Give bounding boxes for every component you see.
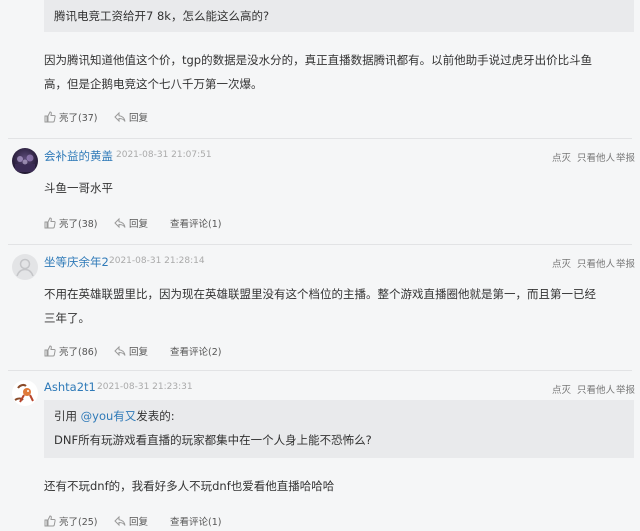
comment-body-line: 还有不玩dnf的，我看好多人不玩dnf也爱看他直播哈哈哈 (44, 479, 335, 493)
reply-label: 回复 (129, 517, 149, 528)
reply-button[interactable]: 回复 (114, 344, 148, 358)
reply-button[interactable]: 回复 (114, 110, 148, 124)
username[interactable]: Ashta2t1 (44, 380, 96, 394)
username[interactable]: 会补益的黄盖 (44, 148, 113, 164)
comment-body-line: 三年了。 (44, 311, 90, 325)
view-comments-label: 查看评论(2) (170, 347, 222, 358)
report-link[interactable]: 举报 (616, 256, 635, 270)
view-comments-button[interactable]: 查看评论(1) (170, 216, 221, 230)
view-comments-button[interactable]: 查看评论(1) (170, 514, 221, 528)
dislike-link[interactable]: 点灭 (552, 382, 571, 396)
comment-body-line: 高，但是企鹅电竞这个七八千万第一次爆。 (44, 77, 263, 91)
quote-prefix: 引用 (54, 409, 81, 423)
comment-body-line: 因为腾讯知道他值这个价，tgp的数据是没水分的，真正直播数据腾讯都有。以前他助手… (44, 53, 593, 67)
timestamp: 2021-08-31 21:07:51 (116, 150, 212, 160)
like-button[interactable]: 亮了(25) (44, 514, 98, 528)
quote-block: 引用 @you有又发表的: DNF所有玩游戏看直播的玩家都集中在一个人身上能不恐… (44, 400, 634, 458)
avatar-image (15, 154, 35, 172)
reply-icon (114, 111, 126, 123)
avatar-image (14, 383, 34, 403)
comment-body: 因为腾讯知道他值这个价，tgp的数据是没水分的，真正直播数据腾讯都有。以前他助手… (44, 48, 604, 96)
quote-header: 引用 @you有又发表的: (54, 408, 175, 424)
avatar[interactable] (12, 380, 38, 406)
reply-button[interactable]: 回复 (114, 216, 148, 230)
comment-body-line: 斗鱼一哥水平 (44, 181, 113, 195)
reply-icon (114, 515, 126, 527)
like-button[interactable]: 亮了(37) (44, 110, 98, 124)
comment-body: 不用在英雄联盟里比，因为现在英雄联盟里没有这个档位的主播。整个游戏直播圈他就是第… (44, 282, 604, 330)
divider (8, 370, 632, 371)
report-link[interactable]: 举报 (616, 382, 635, 396)
default-avatar-icon (16, 258, 34, 277)
view-comments-button[interactable]: 查看评论(2) (170, 344, 221, 358)
dislike-link[interactable]: 点灭 (552, 256, 571, 270)
quote-text: DNF所有玩游戏看直播的玩家都集中在一个人身上能不恐怖么? (54, 433, 372, 447)
quote-suffix: 发表的: (136, 409, 175, 423)
like-label: 亮了(86) (59, 347, 98, 358)
dislike-link[interactable]: 点灭 (552, 150, 571, 164)
avatar[interactable] (12, 254, 38, 280)
like-button[interactable]: 亮了(86) (44, 344, 98, 358)
thumb-up-icon (44, 515, 56, 527)
reply-button[interactable]: 回复 (114, 514, 148, 528)
reply-label: 回复 (129, 113, 149, 124)
reply-icon (114, 217, 126, 229)
thumb-up-icon (44, 111, 56, 123)
avatar[interactable] (12, 148, 38, 174)
reply-label: 回复 (129, 347, 149, 358)
quote-text: 腾讯电竞工资给开7 8k，怎么能这么高的? (54, 9, 270, 23)
only-view-his-link[interactable]: 只看他人 (577, 150, 615, 164)
only-view-his-link[interactable]: 只看他人 (577, 256, 615, 270)
comment-body: 斗鱼一哥水平 (44, 176, 604, 200)
view-comments-label: 查看评论(1) (170, 219, 222, 230)
username[interactable]: 坐等庆余年2 (44, 254, 109, 270)
only-view-his-link[interactable]: 只看他人 (577, 382, 615, 396)
divider (8, 244, 632, 245)
report-link[interactable]: 举报 (616, 150, 635, 164)
comment-body: 还有不玩dnf的，我看好多人不玩dnf也爱看他直播哈哈哈 (44, 474, 604, 498)
thumb-up-icon (44, 217, 56, 229)
reply-icon (114, 345, 126, 357)
thumb-up-icon (44, 345, 56, 357)
like-button[interactable]: 亮了(38) (44, 216, 98, 230)
like-label: 亮了(25) (59, 517, 98, 528)
view-comments-label: 查看评论(1) (170, 517, 222, 528)
mention-link[interactable]: @you有又 (81, 409, 137, 423)
like-label: 亮了(38) (59, 219, 98, 230)
divider (8, 138, 632, 139)
timestamp: 2021-08-31 21:23:31 (97, 382, 193, 392)
timestamp: 2021-08-31 21:28:14 (109, 256, 205, 266)
quote-block: 腾讯电竞工资给开7 8k，怎么能这么高的? (44, 0, 634, 32)
reply-label: 回复 (129, 219, 149, 230)
comment-body-line: 不用在英雄联盟里比，因为现在英雄联盟里没有这个档位的主播。整个游戏直播圈他就是第… (44, 287, 596, 301)
like-label: 亮了(37) (59, 113, 98, 124)
